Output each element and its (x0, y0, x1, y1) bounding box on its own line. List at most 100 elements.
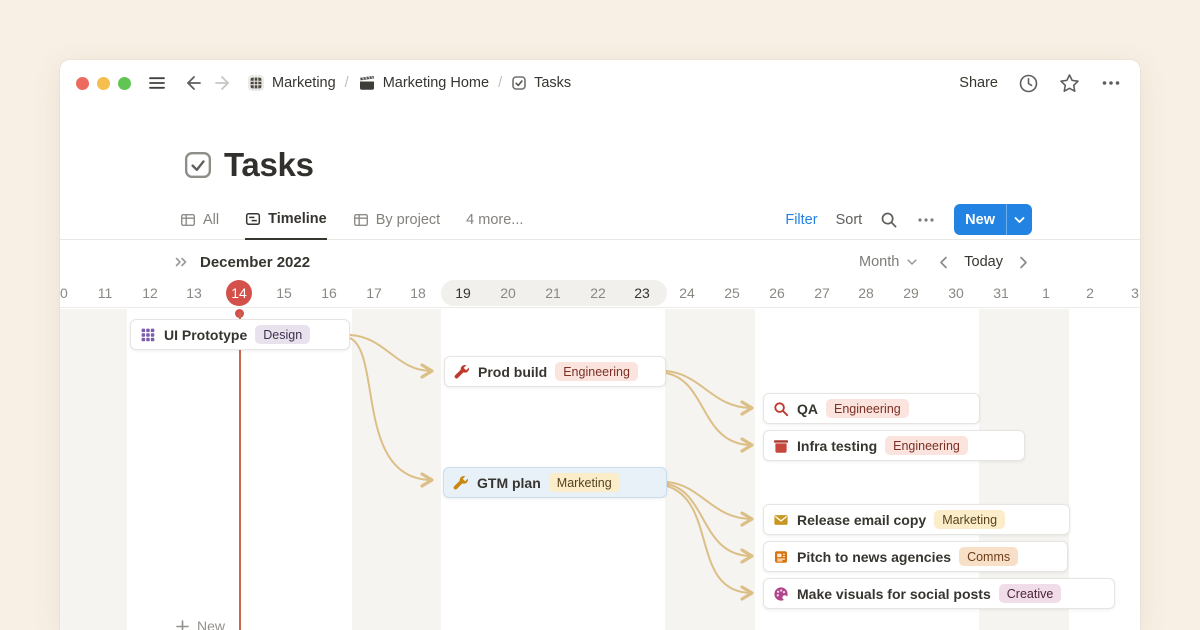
star-icon[interactable] (1059, 73, 1080, 94)
new-button-label: New (954, 212, 1006, 228)
timeline-nav: Month Today (859, 254, 1028, 270)
breadcrumb-label: Marketing Home (383, 75, 489, 91)
table-icon (180, 212, 196, 228)
add-task-button[interactable]: New (175, 618, 225, 630)
date-cell: 21 (531, 279, 575, 307)
task-tag: Marketing (549, 473, 620, 492)
task-card-prod-build[interactable]: Prod build Engineering (444, 356, 666, 387)
date-cell: 2 (1068, 279, 1112, 307)
view-options-icon[interactable] (916, 211, 936, 229)
task-card-ui-prototype[interactable]: UI Prototype Design (130, 319, 350, 350)
date-cell: 15 (262, 279, 306, 307)
add-task-label: New (197, 618, 225, 630)
window-controls (76, 77, 131, 90)
sidebar-menu-icon[interactable] (147, 73, 167, 93)
prev-period-icon[interactable] (939, 256, 948, 269)
date-cell: 13 (172, 279, 216, 307)
date-cell: 3 (1113, 279, 1140, 307)
clapperboard-icon (358, 74, 376, 92)
breadcrumb-separator: / (498, 75, 502, 91)
task-title: Make visuals for social posts (797, 586, 991, 602)
timeline-body: UI Prototype Design Prod build Engineeri… (60, 309, 1140, 630)
date-cell: 23 (620, 279, 664, 307)
timeline-scale-select[interactable]: Month (859, 254, 899, 270)
new-dropdown-icon[interactable] (1007, 216, 1032, 224)
task-card-make-visuals[interactable]: Make visuals for social posts Creative (763, 578, 1115, 609)
envelope-icon (773, 512, 789, 528)
task-title: Infra testing (797, 438, 877, 454)
next-period-icon[interactable] (1019, 256, 1028, 269)
date-cell: 29 (889, 279, 933, 307)
tab-label: All (203, 212, 219, 228)
breadcrumb-label: Tasks (534, 75, 571, 91)
view-toolbar: Filter Sort New (785, 199, 1032, 240)
task-card-gtm-plan[interactable]: GTM plan Marketing (443, 467, 667, 498)
expand-group-icon[interactable] (174, 255, 189, 269)
date-cell: 30 (934, 279, 978, 307)
task-card-infra-testing[interactable]: Infra testing Engineering (763, 430, 1025, 461)
share-button[interactable]: Share (959, 75, 998, 91)
breadcrumb-separator: / (345, 75, 349, 91)
table-icon (353, 212, 369, 228)
magnifier-icon (773, 401, 789, 417)
timeline-month-title: December 2022 (200, 254, 310, 271)
date-cell: 11 (83, 279, 127, 307)
task-title: Pitch to news agencies (797, 549, 951, 565)
new-button[interactable]: New (954, 204, 1032, 235)
today-button[interactable]: Today (964, 254, 1003, 270)
breadcrumb-tasks[interactable]: Tasks (511, 75, 571, 91)
breadcrumb-marketing-home[interactable]: Marketing Home (358, 74, 489, 92)
filter-button[interactable]: Filter (785, 212, 817, 228)
workspace-grid-icon (247, 74, 265, 92)
task-title: Release email copy (797, 512, 926, 528)
date-cell: 16 (307, 279, 351, 307)
close-window-button[interactable] (76, 77, 89, 90)
date-cell: 12 (128, 279, 172, 307)
date-cell: 19 (441, 279, 485, 307)
breadcrumb-marketing[interactable]: Marketing (247, 74, 336, 92)
task-title: Prod build (478, 364, 547, 380)
date-cell: 17 (352, 279, 396, 307)
sort-button[interactable]: Sort (836, 212, 863, 228)
tab-by-project[interactable]: By project (353, 199, 440, 240)
checkbox-icon (511, 75, 527, 91)
task-title: GTM plan (477, 475, 541, 491)
task-card-pitch-news[interactable]: Pitch to news agencies Comms (763, 541, 1068, 572)
tab-all[interactable]: All (180, 199, 219, 240)
topbar-actions: Share (959, 73, 1122, 94)
plus-icon (175, 619, 190, 630)
date-cell: 18 (396, 279, 440, 307)
view-tabs-bar: All Timeline By project 4 more... Filter… (60, 199, 1140, 240)
tab-more[interactable]: 4 more... (466, 199, 523, 240)
maximize-window-button[interactable] (118, 77, 131, 90)
minimize-window-button[interactable] (97, 77, 110, 90)
window-topbar: Marketing / Marketing Home / Tasks (60, 60, 1140, 106)
date-cell: 22 (576, 279, 620, 307)
task-tag: Creative (999, 584, 1062, 603)
breadcrumb: Marketing / Marketing Home / Tasks (247, 74, 571, 92)
timeline-icon (245, 211, 261, 227)
forward-arrow-icon[interactable] (213, 73, 233, 93)
timeline-date-row: 10 11 12 13 14 15 16 17 18 19 20 21 22 2… (60, 278, 1140, 308)
date-cell: 24 (665, 279, 709, 307)
task-card-release-email[interactable]: Release email copy Marketing (763, 504, 1070, 535)
today-date-badge: 14 (226, 280, 252, 306)
date-cell: 27 (800, 279, 844, 307)
task-card-qa[interactable]: QA Engineering (763, 393, 980, 424)
date-cell: 31 (979, 279, 1023, 307)
tab-label: 4 more... (466, 212, 523, 228)
task-tag: Comms (959, 547, 1018, 566)
page-title-row: Tasks (184, 142, 314, 188)
wrench-icon (454, 364, 470, 380)
clock-icon[interactable] (1018, 73, 1039, 94)
task-tag: Design (255, 325, 310, 344)
newspaper-icon (773, 549, 789, 565)
chevron-down-icon[interactable] (907, 259, 917, 266)
view-tabs: All Timeline By project 4 more... (180, 199, 523, 240)
back-arrow-icon[interactable] (183, 73, 203, 93)
grid-icon (140, 327, 156, 343)
more-options-icon[interactable] (1100, 73, 1122, 93)
task-title: QA (797, 401, 818, 417)
search-icon[interactable] (880, 211, 898, 229)
tab-timeline[interactable]: Timeline (245, 199, 327, 240)
